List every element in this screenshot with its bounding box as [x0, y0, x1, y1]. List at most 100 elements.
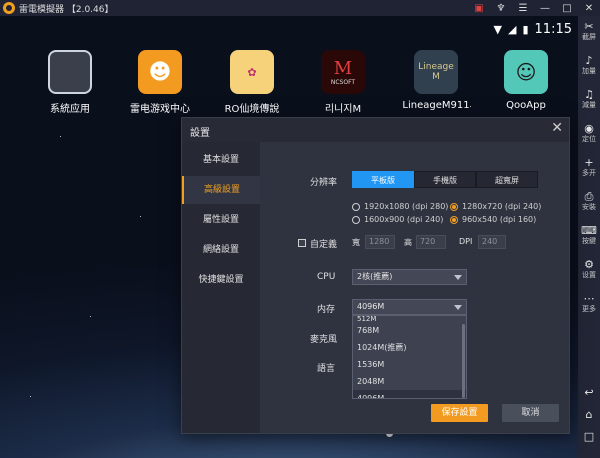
radio-1600x900[interactable]: 1600x900 (dpi 240) [352, 215, 443, 224]
menu-property-settings[interactable]: 屬性設置 [182, 206, 260, 234]
app-grid: 系統应用 ☻ 雷电游戏中心 ✿ RO仙境傳說 M NCSOFT 리니지M Lin… [0, 50, 578, 120]
radio-960x540[interactable]: 960x540 (dpi 160) [450, 215, 536, 224]
gift-icon[interactable]: ▣ [468, 0, 490, 16]
app-ro[interactable]: ✿ RO仙境傳說 [206, 50, 298, 115]
sidebar-more[interactable]: ⋯ 更多 [578, 292, 600, 314]
memory-dropdown: 512M 768M 1024M(推薦) 1536M 2048M 4096M [352, 315, 467, 399]
sidebar-volume-up[interactable]: ♪ 加量 [578, 54, 600, 76]
plus-icon: + [584, 156, 594, 169]
lineage-m911-icon-text: Lineage M [418, 62, 454, 82]
app-qooapp[interactable]: ☺ QooApp [480, 50, 572, 111]
sidebar-label: 加量 [582, 67, 596, 75]
resolution-label: 分辨率 [310, 178, 338, 188]
app-system[interactable]: 系統应用 [24, 50, 116, 115]
memory-option[interactable]: 2048M [353, 373, 466, 390]
cpu-label: CPU [317, 272, 336, 282]
minimize-icon[interactable]: — [534, 0, 556, 16]
resolution-tabs: 平板版 手機版 超寬屏 [352, 171, 538, 188]
menu-network-settings[interactable]: 網絡設置 [182, 236, 260, 264]
back-icon: ↩ [584, 386, 594, 399]
sidebar-settings[interactable]: ⚙ 设置 [578, 258, 600, 280]
radio-label: 1280x720 (dpi 240) [462, 202, 542, 211]
sidebar-label: 多开 [582, 169, 596, 177]
dialog-title: 設置 [190, 128, 210, 139]
sidebar-screenshot[interactable]: ✂ 截屏 [578, 20, 600, 42]
app-label: 리니지M [324, 104, 362, 115]
dropdown-scrollbar[interactable] [462, 324, 465, 398]
cpu-select[interactable]: 2核(推薦) [352, 269, 467, 285]
app-label: RO仙境傳說 [224, 104, 280, 115]
sidebar-label: 更多 [582, 305, 596, 313]
memory-select-value: 4096M [357, 302, 385, 311]
location-icon: ◉ [584, 122, 594, 135]
radio-label: 960x540 (dpi 160) [462, 215, 537, 224]
sidebar-back[interactable]: ↩ [578, 386, 600, 399]
tab-ultrawide[interactable]: 超寬屏 [476, 171, 538, 188]
cancel-button[interactable]: 取消 [502, 404, 559, 422]
width-input[interactable]: 1280 [365, 235, 395, 249]
chevron-down-icon [454, 305, 462, 310]
sidebar-install-apk[interactable]: ⎙ 安裝 [578, 190, 600, 212]
settings-dialog: 設置 ✕ 基本設置 高級設置 屬性設置 網絡設置 快捷鍵設置 分辨率 平板版 手… [181, 117, 570, 434]
cpu-select-value: 2核(推薦) [357, 272, 393, 281]
menu-icon[interactable]: ☰ [512, 0, 534, 16]
dpi-input[interactable]: 240 [478, 235, 506, 249]
sidebar-label: 安裝 [582, 203, 596, 211]
maximize-icon[interactable]: □ [556, 0, 578, 16]
scissors-icon: ✂ [584, 20, 594, 33]
memory-label: 内存 [317, 305, 336, 315]
sidebar-label: 按鍵 [582, 237, 596, 245]
sidebar-volume-down[interactable]: ♫ 減量 [578, 88, 600, 110]
volume-down-icon: ♫ [584, 88, 594, 101]
memory-option-selected[interactable]: 4096M [353, 390, 466, 398]
custom-checkbox[interactable] [298, 239, 306, 247]
volume-up-icon: ♪ [585, 54, 593, 67]
radio-label: 1920x1080 (dpi 280) [364, 202, 449, 211]
memory-option[interactable]: 1024M(推薦) [353, 339, 466, 356]
height-input[interactable]: 720 [416, 235, 446, 249]
sidebar-location[interactable]: ◉ 定位 [578, 122, 600, 144]
app-lineage-m911[interactable]: Lineage M LineageM911 [390, 50, 482, 111]
battery-icon: ▮ [522, 23, 529, 36]
status-bar: ▼ ◢ ▮ 11:15 [494, 22, 572, 37]
lineage-m911-icon: Lineage M [414, 50, 458, 94]
menu-advanced-settings[interactable]: 高級設置 [182, 176, 260, 204]
chevron-down-icon [454, 275, 462, 280]
app-label: QooApp [506, 100, 546, 111]
tab-tablet[interactable]: 平板版 [352, 171, 414, 188]
app-game-center[interactable]: ☻ 雷电游戏中心 [114, 50, 206, 115]
radio-1920x1080[interactable]: 1920x1080 (dpi 280) [352, 202, 448, 211]
sidebar-label: 截屏 [582, 33, 596, 41]
dialog-close-icon[interactable]: ✕ [551, 120, 563, 136]
save-settings-button[interactable]: 保存設置 [431, 404, 488, 422]
sidebar-label: 设置 [582, 271, 596, 279]
radio-label: 1600x900 (dpi 240) [364, 215, 444, 224]
home-icon: ⌂ [585, 408, 593, 421]
sidebar-label: 定位 [582, 135, 596, 143]
title-bar: 雷電模擬器 【2.0.46】 ▣ ♆ ☰ — □ ✕ [0, 0, 600, 16]
radio-button-selected [450, 202, 458, 211]
menu-basic-settings[interactable]: 基本設置 [182, 146, 260, 174]
window-title: 雷電模擬器 【2.0.46】 [19, 4, 114, 15]
radio-button [352, 215, 360, 224]
memory-select[interactable]: 4096M [352, 299, 467, 315]
wifi-icon: ▼ [493, 23, 502, 36]
memory-option[interactable]: 1536M [353, 356, 466, 373]
custom-label: 自定義 [310, 240, 338, 250]
sidebar-keymap[interactable]: ⌨ 按鍵 [578, 224, 600, 246]
sidebar-recent[interactable]: □ [578, 430, 600, 443]
sidebar-home[interactable]: ⌂ [578, 408, 600, 421]
app-lineage-m[interactable]: M NCSOFT 리니지M [297, 50, 389, 115]
menu-hotkey-settings[interactable]: 快捷鍵設置 [182, 266, 260, 294]
app-label: 雷电游戏中心 [130, 104, 190, 115]
language-label: 語言 [317, 364, 336, 374]
clock: 11:15 [534, 22, 572, 37]
radio-1280x720[interactable]: 1280x720 (dpi 240) [450, 202, 541, 211]
window-controls: ▣ ♆ ☰ — □ ✕ [468, 0, 600, 16]
gamepad-icon[interactable]: ♆ [490, 0, 512, 16]
height-label: 高 [404, 238, 412, 247]
close-icon[interactable]: ✕ [578, 0, 600, 16]
sidebar-multi-instance[interactable]: + 多开 [578, 156, 600, 178]
tab-phone[interactable]: 手機版 [414, 171, 476, 188]
memory-option[interactable]: 768M [353, 322, 466, 339]
